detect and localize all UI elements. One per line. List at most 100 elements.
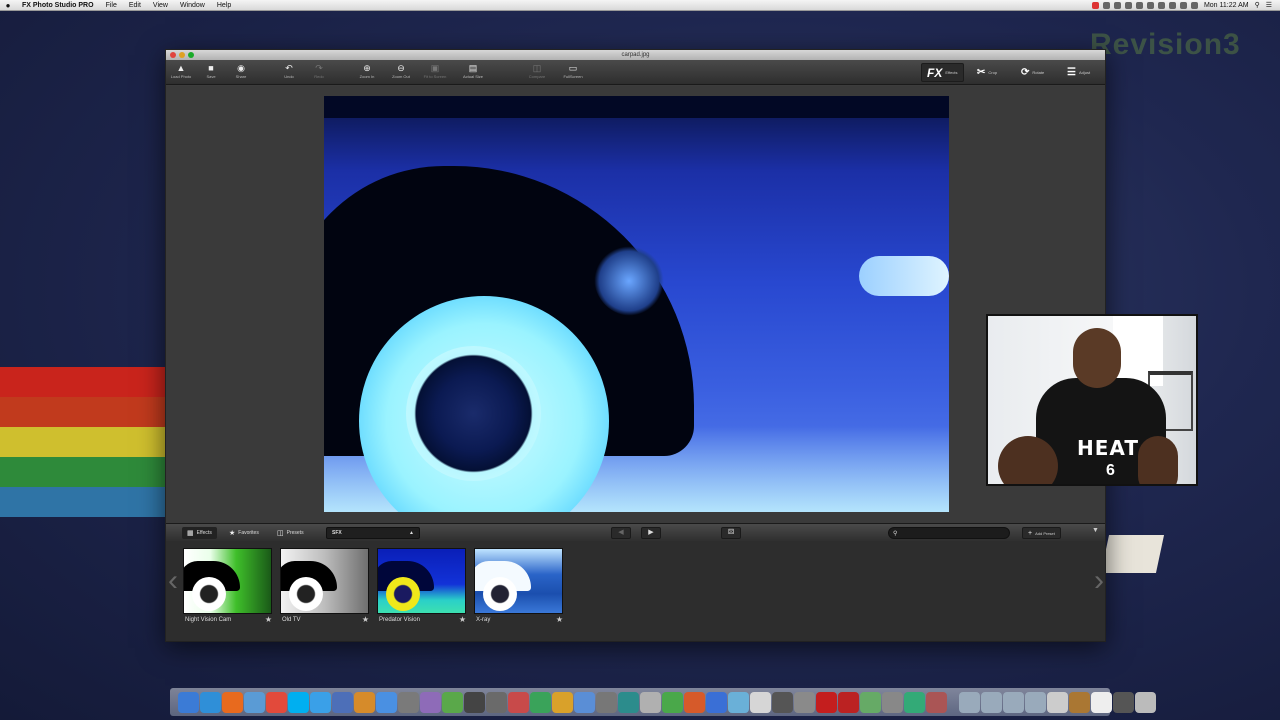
search-input[interactable] <box>900 530 1001 536</box>
app-icon[interactable] <box>1047 692 1068 713</box>
photos-icon[interactable] <box>354 692 375 713</box>
effects-button[interactable]: FX Effects <box>921 63 964 82</box>
status-icon[interactable] <box>1091 1 1099 9</box>
window-titlebar[interactable]: carpad.jpg <box>166 50 1105 60</box>
app-icon[interactable] <box>838 692 859 713</box>
app-icon[interactable] <box>794 692 815 713</box>
app-icon[interactable] <box>860 692 881 713</box>
save-button[interactable]: ■ Save <box>196 62 226 83</box>
firefox-icon[interactable] <box>222 692 243 713</box>
randomize-button[interactable]: ⚄ <box>721 527 741 539</box>
favorite-star-icon[interactable]: ★ <box>459 615 466 624</box>
app-icon[interactable] <box>420 692 441 713</box>
app-icon[interactable] <box>486 692 507 713</box>
filezilla-icon[interactable] <box>816 692 837 713</box>
app-icon[interactable] <box>596 692 617 713</box>
scroll-left-icon[interactable]: ‹ <box>166 561 180 601</box>
actual-size-button[interactable]: ▤ Actual Size <box>458 62 488 83</box>
adjust-button[interactable]: ☰ Adjust <box>1062 63 1095 82</box>
app-icon[interactable] <box>552 692 573 713</box>
photo-canvas[interactable] <box>166 86 1105 523</box>
menu-window[interactable]: Window <box>174 2 211 9</box>
mail-icon[interactable] <box>244 692 265 713</box>
app-icon[interactable] <box>1091 692 1112 713</box>
finder-icon[interactable] <box>178 692 199 713</box>
chrome-icon[interactable] <box>266 692 287 713</box>
menu-edit[interactable]: Edit <box>123 2 147 9</box>
tab-effects[interactable]: ▦ Effects <box>182 527 217 539</box>
category-dropdown[interactable]: SFX ▲ <box>326 527 420 539</box>
safari-icon[interactable] <box>200 692 221 713</box>
status-icon[interactable] <box>1113 1 1121 9</box>
load-photo-button[interactable]: ▲ Load Photo <box>166 62 196 83</box>
status-icon[interactable] <box>1124 1 1132 9</box>
crop-button[interactable]: ✂ Crop <box>972 63 1002 82</box>
app-icon[interactable] <box>442 692 463 713</box>
volume-icon[interactable] <box>1190 1 1198 9</box>
app-icon[interactable] <box>530 692 551 713</box>
zoom-in-button[interactable]: ⊕ Zoom In <box>352 62 382 83</box>
twitter-icon[interactable] <box>310 692 331 713</box>
status-icon[interactable] <box>1168 1 1176 9</box>
panel-menu-icon[interactable]: ▼ <box>1092 527 1099 534</box>
tab-favorites[interactable]: ★ Favorites <box>224 527 264 539</box>
app-icon[interactable] <box>904 692 925 713</box>
wifi-icon[interactable] <box>1179 1 1187 9</box>
play-button[interactable]: ▶ <box>641 527 661 539</box>
effect-thumbnail[interactable]: X-ray ★ <box>474 548 565 628</box>
app-icon[interactable] <box>1113 692 1134 713</box>
previous-button[interactable]: ◀ <box>611 527 631 539</box>
effects-search[interactable]: ⚲ <box>888 527 1010 539</box>
fullscreen-button[interactable]: ▭ FullScreen <box>558 62 588 83</box>
app-icon[interactable] <box>574 692 595 713</box>
stream-icon[interactable] <box>464 692 485 713</box>
clock[interactable]: Mon 11:22 AM <box>1204 2 1249 9</box>
scroll-right-icon[interactable]: › <box>1092 561 1106 601</box>
app-icon[interactable] <box>706 692 727 713</box>
add-preset-button[interactable]: + Add Preset <box>1022 527 1061 539</box>
effect-thumbnail[interactable]: Predator Vision ★ <box>377 548 468 628</box>
folder-icon[interactable] <box>1003 692 1024 713</box>
favorite-star-icon[interactable]: ★ <box>265 615 272 624</box>
undo-button[interactable]: ↶ Undo <box>274 62 304 83</box>
app-icon[interactable] <box>618 692 639 713</box>
menu-app-name[interactable]: FX Photo Studio PRO <box>16 2 100 9</box>
status-tray[interactable] <box>1091 1 1198 9</box>
rotate-button[interactable]: ⟳ Rotate <box>1016 63 1049 82</box>
spotlight-icon[interactable]: ⚲ <box>1255 1 1260 9</box>
app-icon[interactable] <box>750 692 771 713</box>
trash-icon[interactable] <box>1135 692 1156 713</box>
status-icon[interactable] <box>1135 1 1143 9</box>
xcode-icon[interactable] <box>332 692 353 713</box>
zoom-icon[interactable] <box>188 52 194 58</box>
app-icon[interactable] <box>662 692 683 713</box>
compare-button[interactable]: ◫ Compare <box>522 62 552 83</box>
menu-help[interactable]: Help <box>211 2 237 9</box>
app-icon[interactable] <box>398 692 419 713</box>
app-icon[interactable] <box>684 692 705 713</box>
status-icon[interactable] <box>1146 1 1154 9</box>
minimize-icon[interactable] <box>179 52 185 58</box>
folder-icon[interactable] <box>959 692 980 713</box>
folder-icon[interactable] <box>981 692 1002 713</box>
app-icon[interactable] <box>728 692 749 713</box>
tab-presets[interactable]: ◫ Presets <box>272 527 309 539</box>
effect-thumbnail[interactable]: Night Vision Cam ★ <box>183 548 274 628</box>
notification-icon[interactable]: ☰ <box>1266 1 1272 9</box>
redo-button[interactable]: ↷ Redo <box>304 62 334 83</box>
favorite-star-icon[interactable]: ★ <box>556 615 563 624</box>
itunes-icon[interactable] <box>376 692 397 713</box>
fit-to-screen-button[interactable]: ▣ Fit to Screen <box>420 62 450 83</box>
app-icon[interactable] <box>926 692 947 713</box>
effect-thumbnail[interactable]: Old TV ★ <box>280 548 371 628</box>
zoom-out-button[interactable]: ⊖ Zoom Out <box>386 62 416 83</box>
app-icon[interactable] <box>772 692 793 713</box>
app-icon[interactable] <box>1069 692 1090 713</box>
close-icon[interactable] <box>170 52 176 58</box>
favorite-star-icon[interactable]: ★ <box>362 615 369 624</box>
menu-view[interactable]: View <box>147 2 174 9</box>
app-icon[interactable] <box>882 692 903 713</box>
edited-photo[interactable] <box>324 96 949 512</box>
apple-icon[interactable]: ● <box>0 1 16 10</box>
status-icon[interactable] <box>1102 1 1110 9</box>
